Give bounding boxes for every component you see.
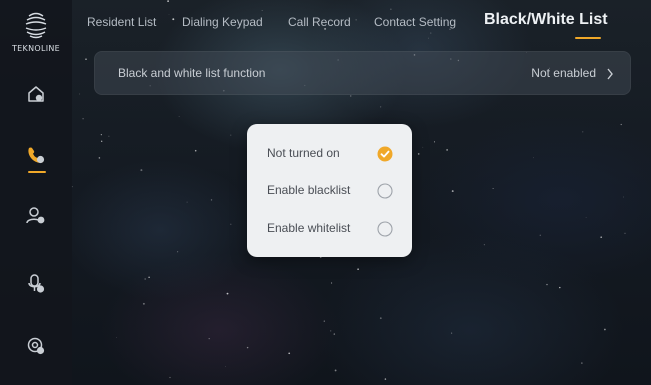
star bbox=[230, 223, 232, 225]
home-icon bbox=[28, 86, 44, 102]
radio-unchecked-icon[interactable] bbox=[377, 221, 393, 237]
sidebar-item-contacts[interactable] bbox=[0, 196, 72, 236]
star bbox=[380, 106, 382, 108]
star bbox=[581, 362, 583, 364]
star bbox=[582, 131, 584, 133]
setting-value: Not enabled bbox=[531, 66, 596, 80]
settings-gear-icon bbox=[27, 337, 45, 355]
star bbox=[483, 244, 485, 246]
star bbox=[144, 278, 147, 280]
star bbox=[169, 376, 171, 379]
star bbox=[226, 292, 229, 295]
sidebar-item-audio[interactable] bbox=[0, 264, 72, 304]
audio-person-icon bbox=[28, 274, 45, 293]
option-not-turned-on[interactable]: Not turned on bbox=[247, 138, 412, 168]
star bbox=[451, 190, 454, 193]
star bbox=[585, 217, 587, 219]
brand-logo: TEKNOLINE bbox=[0, 6, 72, 60]
list-mode-popup: Not turned on Enable blacklist Enable wh… bbox=[247, 124, 412, 257]
star bbox=[79, 93, 81, 95]
star bbox=[422, 146, 424, 148]
star bbox=[623, 196, 625, 198]
star bbox=[85, 58, 87, 60]
star bbox=[334, 369, 337, 372]
star bbox=[178, 116, 180, 117]
star bbox=[177, 251, 179, 253]
logo-text: TEKNOLINE bbox=[11, 44, 61, 53]
star bbox=[323, 320, 325, 322]
star bbox=[116, 337, 117, 338]
star bbox=[559, 286, 561, 289]
star bbox=[148, 276, 150, 279]
chevron-right-icon bbox=[607, 68, 613, 80]
option-label: Not turned on bbox=[267, 146, 340, 160]
person-card-icon bbox=[26, 207, 45, 224]
star bbox=[108, 135, 110, 137]
star bbox=[379, 317, 382, 320]
star bbox=[330, 330, 332, 332]
tab-resident-list[interactable]: Resident List bbox=[87, 15, 156, 29]
tab-contact-setting[interactable]: Contact Setting bbox=[374, 15, 456, 29]
star bbox=[331, 282, 333, 284]
tab-dialing-keypad[interactable]: Dialing Keypad bbox=[182, 15, 263, 29]
phone-icon bbox=[28, 147, 45, 164]
star bbox=[417, 153, 420, 155]
star bbox=[82, 117, 84, 120]
star bbox=[142, 302, 145, 305]
sidebar: TEKNOLINE bbox=[0, 0, 72, 385]
star bbox=[140, 169, 143, 172]
star bbox=[624, 232, 626, 234]
star bbox=[333, 333, 336, 335]
star bbox=[230, 134, 232, 136]
star bbox=[384, 378, 387, 380]
star bbox=[101, 140, 103, 142]
sidebar-item-call[interactable] bbox=[0, 135, 72, 175]
sidebar-item-home[interactable] bbox=[0, 74, 72, 114]
star bbox=[492, 188, 494, 189]
star bbox=[357, 268, 359, 271]
star bbox=[100, 134, 102, 136]
star bbox=[620, 123, 622, 126]
star bbox=[533, 157, 534, 159]
active-tab-indicator bbox=[575, 37, 601, 39]
star bbox=[288, 352, 291, 355]
star bbox=[600, 236, 603, 239]
star bbox=[98, 157, 101, 159]
black-white-list-setting-row[interactable]: Black and white list function Not enable… bbox=[94, 51, 631, 95]
star bbox=[225, 366, 226, 367]
star bbox=[546, 283, 548, 286]
star bbox=[604, 328, 606, 331]
star bbox=[539, 234, 541, 236]
option-enable-whitelist[interactable]: Enable whitelist bbox=[247, 213, 412, 243]
star bbox=[446, 149, 448, 151]
star bbox=[210, 199, 213, 201]
star bbox=[433, 141, 436, 143]
star bbox=[186, 201, 188, 203]
star bbox=[246, 346, 249, 349]
option-enable-blacklist[interactable]: Enable blacklist bbox=[247, 175, 412, 205]
star bbox=[451, 332, 453, 334]
star bbox=[208, 337, 210, 340]
radio-unchecked-icon[interactable] bbox=[377, 183, 393, 199]
tab-call-record[interactable]: Call Record bbox=[288, 15, 351, 29]
tab-bar: Resident List Dialing Keypad Call Record… bbox=[72, 0, 651, 44]
option-label: Enable blacklist bbox=[267, 183, 351, 197]
option-label: Enable whitelist bbox=[267, 221, 351, 235]
radio-checked-icon[interactable] bbox=[377, 146, 393, 162]
star bbox=[350, 95, 352, 97]
setting-label: Black and white list function bbox=[118, 66, 266, 80]
logo-globe-icon bbox=[25, 12, 47, 39]
sidebar-item-settings[interactable] bbox=[0, 326, 72, 366]
tab-black-white-list[interactable]: Black/White List bbox=[484, 11, 608, 29]
star bbox=[194, 149, 197, 152]
